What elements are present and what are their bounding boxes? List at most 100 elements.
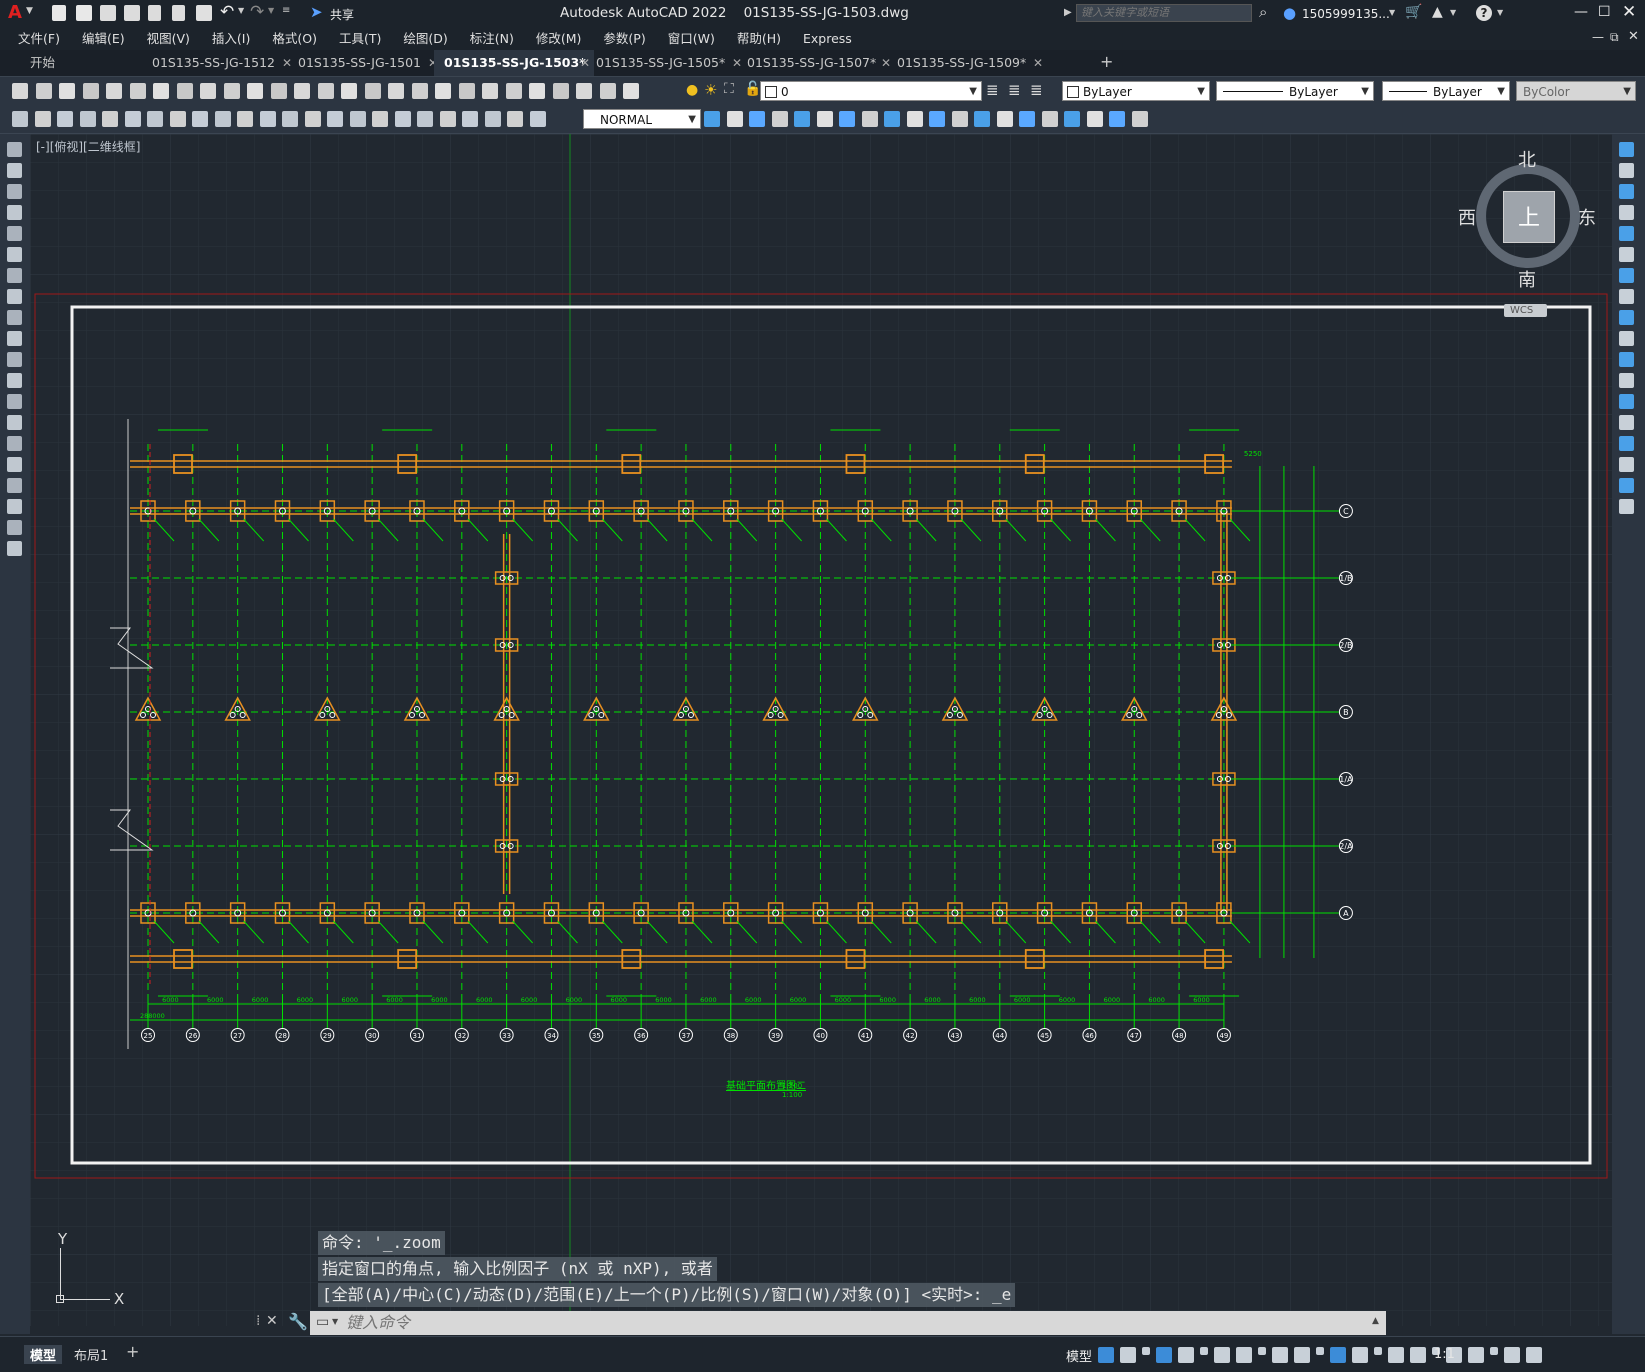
selection-cycling-icon[interactable]	[1352, 1347, 1368, 1363]
save-icon[interactable]	[100, 5, 116, 21]
search-icon[interactable]: ⌕	[1259, 3, 1267, 21]
open-file-icon[interactable]	[76, 5, 92, 21]
user-account[interactable]: 1505999135...	[1302, 7, 1390, 21]
file-tab-6[interactable]: 01S135-SS-JG-1509* ✕	[887, 50, 1047, 76]
dim-break-icon[interactable]	[282, 111, 298, 127]
region-icon[interactable]	[7, 478, 22, 493]
color-dropdown[interactable]: ByLayer ▼	[1062, 81, 1210, 101]
zoom-realtime-icon[interactable]	[341, 83, 357, 99]
menu-item-6[interactable]: 绘图(D)	[392, 28, 458, 50]
pan-icon[interactable]	[317, 83, 334, 99]
fillet-icon[interactable]	[1019, 111, 1035, 127]
layer-dropdown[interactable]: 0 ▼	[760, 81, 982, 101]
annotation-visibility-icon[interactable]	[1374, 1347, 1382, 1355]
join-icon[interactable]	[974, 111, 990, 127]
dim-update-icon[interactable]	[439, 111, 456, 127]
blend-curves-icon[interactable]	[1619, 478, 1634, 493]
dim-arc-icon[interactable]	[57, 111, 73, 127]
ortho-icon[interactable]	[1156, 1347, 1172, 1363]
dim-arc-icon[interactable]	[529, 111, 546, 127]
plotstyle-dropdown[interactable]: ByColor ▼	[1516, 81, 1636, 101]
help-icon[interactable]	[552, 83, 569, 99]
properties-icon[interactable]	[411, 83, 428, 99]
menu-item-12[interactable]: Express	[792, 28, 863, 50]
file-tab-5[interactable]: 01S135-SS-JG-1507* ✕	[737, 50, 895, 76]
rotate-icon[interactable]	[1619, 268, 1634, 283]
command-close-icon[interactable]: ✕	[266, 1313, 278, 1329]
command-input[interactable]	[344, 1312, 1368, 1336]
block-editor-icon[interactable]	[247, 83, 263, 99]
viewport-label[interactable]: [-][俯视][二维线框]	[36, 138, 140, 155]
tool-palettes-icon[interactable]	[458, 83, 475, 99]
layer-on-icon[interactable]: ●	[686, 82, 698, 98]
command-prompt-dropdown-icon[interactable]: ▼	[332, 1317, 338, 1326]
lineweight-dropdown[interactable]: ByLayer ▼	[1382, 81, 1510, 101]
dim-diameter-icon[interactable]	[147, 111, 163, 127]
trim-icon[interactable]	[906, 111, 923, 127]
dim-radius-icon[interactable]	[102, 111, 118, 127]
table-icon[interactable]	[7, 499, 22, 514]
save-as-icon[interactable]	[124, 5, 140, 21]
layer-state-icon[interactable]: ≣	[1030, 81, 1043, 99]
tab-close-icon[interactable]: ✕	[1033, 50, 1043, 76]
jogged-linear-icon[interactable]	[372, 111, 388, 127]
object-snap-dropdown-icon[interactable]	[1294, 1347, 1310, 1363]
minimize-icon[interactable]: —	[1574, 4, 1588, 20]
tolerance-icon[interactable]	[304, 111, 321, 127]
mirror-icon[interactable]	[1619, 184, 1634, 199]
ellipse-icon[interactable]	[7, 331, 22, 346]
circle-icon[interactable]	[7, 268, 22, 283]
layout-tab-model[interactable]: 模型	[24, 1345, 63, 1364]
inspect-icon[interactable]	[349, 111, 366, 127]
join-icon[interactable]	[1619, 415, 1634, 430]
compass-west[interactable]: 西	[1458, 204, 1476, 230]
share-button[interactable]: 共享	[330, 6, 354, 23]
maximize-icon[interactable]: ☐	[1598, 4, 1611, 20]
new-file-icon[interactable]	[52, 5, 66, 21]
move-icon[interactable]	[1619, 247, 1634, 262]
doc-close-icon[interactable]: ✕	[1628, 29, 1639, 44]
stretch-icon[interactable]	[884, 111, 900, 127]
dim-space-icon[interactable]	[259, 111, 276, 127]
layer-viewport-icon[interactable]: ⛶	[724, 81, 734, 97]
line-icon[interactable]	[7, 142, 22, 157]
file-tab-1[interactable]: 01S135-SS-JG-1512 ✕	[142, 50, 296, 76]
center-mark-icon[interactable]	[327, 111, 343, 127]
move-icon[interactable]	[816, 111, 833, 127]
extend-icon[interactable]	[1619, 352, 1634, 367]
help-icon[interactable]: ?	[1476, 5, 1492, 21]
hatch-icon[interactable]	[7, 436, 22, 451]
copy-icon[interactable]	[1619, 163, 1634, 178]
compass-east[interactable]: 东	[1578, 204, 1596, 230]
undo-icon[interactable]: ↶	[220, 2, 234, 22]
menu-item-2[interactable]: 视图(V)	[136, 28, 201, 50]
match-properties-icon[interactable]	[223, 83, 240, 99]
autocad-logo[interactable]: A	[8, 2, 22, 23]
offset-icon[interactable]	[771, 111, 788, 127]
ellipse-arc-icon[interactable]	[7, 352, 22, 367]
add-selected-icon[interactable]	[7, 541, 22, 556]
publish-icon[interactable]	[148, 5, 161, 21]
store-cart-icon[interactable]: 🛒	[1405, 4, 1422, 20]
doc-minimize-icon[interactable]: —	[1592, 30, 1604, 44]
arc-icon[interactable]	[7, 247, 22, 262]
doc-restore-icon[interactable]: ⧉	[1610, 30, 1619, 45]
dim-linear-icon[interactable]	[12, 111, 28, 127]
menu-item-1[interactable]: 编辑(E)	[71, 28, 136, 50]
new-icon[interactable]	[623, 83, 639, 99]
dim-jogged-icon[interactable]	[124, 111, 141, 127]
viewcube[interactable]: 上 北 南 东 西	[1458, 150, 1596, 291]
dim-aligned-icon[interactable]	[34, 111, 51, 127]
dim-aligned-icon[interactable]	[507, 111, 523, 127]
layer-lock-icon[interactable]: 🔓	[744, 81, 761, 97]
polar-dropdown-icon[interactable]	[1200, 1347, 1208, 1355]
menu-item-4[interactable]: 格式(O)	[261, 28, 328, 50]
open-icon[interactable]	[35, 83, 52, 99]
break-at-point-icon[interactable]	[1619, 373, 1634, 388]
plot-icon[interactable]	[82, 83, 99, 99]
file-tab-4[interactable]: 01S135-SS-JG-1505* ✕	[586, 50, 746, 76]
compass-north[interactable]: 北	[1518, 146, 1536, 172]
layer-freeze-icon[interactable]: ☀	[704, 81, 717, 99]
customize-dropdown-icon[interactable]: ≡	[282, 5, 290, 16]
insert-block-icon[interactable]	[7, 373, 22, 388]
